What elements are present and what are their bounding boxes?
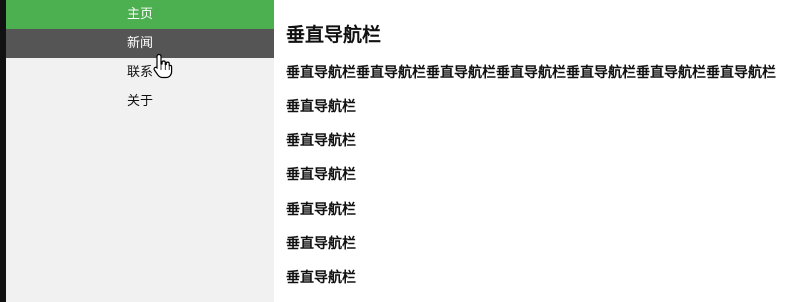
nav-list: 主页 新闻 联系 关于	[6, 0, 274, 116]
paragraph: 垂直导航栏	[286, 167, 356, 183]
paragraph: 垂直导航栏	[286, 133, 356, 149]
hand-pointer-cursor-icon	[153, 53, 173, 79]
paragraph: 垂直导航栏	[286, 236, 356, 252]
paragraph: 垂直导航栏	[286, 270, 356, 286]
main-content: 垂直导航栏 垂直导航栏垂直导航栏垂直导航栏垂直导航栏垂直导航栏垂直导航栏垂直导航…	[274, 0, 800, 302]
nav-item-contact[interactable]: 联系	[6, 58, 274, 87]
nav-item-news[interactable]: 新闻	[6, 29, 274, 58]
page-title: 垂直导航栏	[286, 24, 382, 46]
paragraph: 垂直导航栏	[286, 99, 356, 115]
vertical-nav-sidebar: 主页 新闻 联系 关于	[6, 0, 274, 302]
paragraph: 垂直导航栏	[286, 202, 356, 218]
paragraph: 垂直导航栏垂直导航栏垂直导航栏垂直导航栏垂直导航栏垂直导航栏垂直导航栏	[286, 65, 776, 81]
nav-item-home[interactable]: 主页	[6, 0, 274, 29]
nav-item-about[interactable]: 关于	[6, 87, 274, 116]
